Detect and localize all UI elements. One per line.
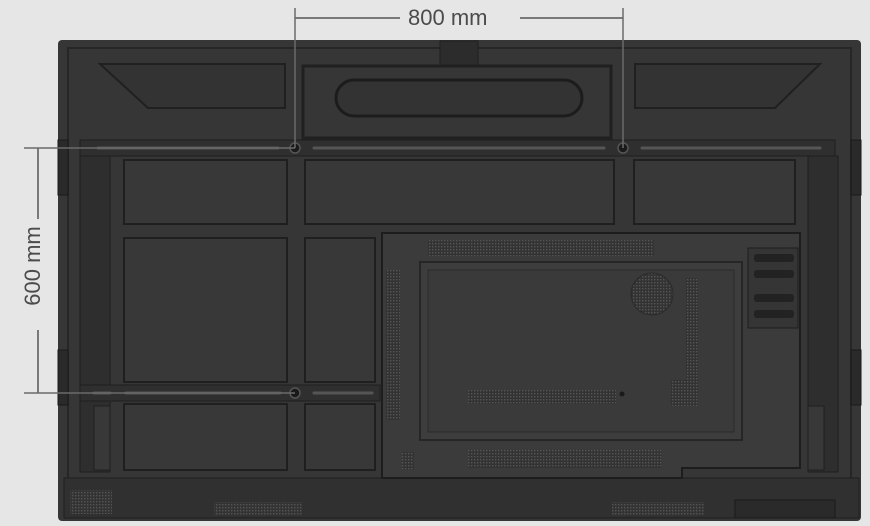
module-bottom-vent	[468, 390, 616, 404]
module-screw	[619, 391, 625, 397]
module-lower-vent	[468, 450, 662, 468]
grid-panel	[304, 237, 376, 383]
grid-panel	[633, 159, 796, 225]
grid-panel	[123, 237, 288, 383]
tv-back-diagram	[24, 8, 862, 521]
side-handle-right	[850, 139, 862, 196]
bottom-vent	[214, 502, 302, 516]
port-slot	[754, 254, 794, 262]
grid-panel	[304, 159, 615, 225]
module-top-vent	[428, 240, 654, 256]
port-slot	[754, 310, 794, 318]
top-camera-notch	[439, 40, 479, 68]
port-slot	[754, 270, 794, 278]
grid-panel	[304, 403, 376, 471]
bottom-vent	[612, 502, 704, 516]
top-handle-grip	[334, 78, 584, 118]
grid-panel	[807, 405, 825, 471]
bottom-connector	[734, 499, 836, 519]
height-dimension-label: 600 mm	[20, 219, 45, 313]
module-side-vent	[686, 278, 698, 388]
grid-panel	[93, 405, 111, 471]
module-side-vent	[670, 380, 698, 406]
side-handle-right	[850, 349, 862, 406]
grid-panel	[123, 159, 288, 225]
module-left-vent	[386, 270, 400, 420]
bottom-vent	[70, 490, 112, 514]
module-lower-vent	[402, 452, 414, 470]
grid-panel	[123, 403, 288, 471]
diagram-canvas: 800 mm 600 mm	[0, 0, 870, 521]
speaker-grille	[630, 272, 674, 316]
side-handle-left	[57, 349, 69, 406]
port-slot	[754, 294, 794, 302]
width-dimension-label: 800 mm	[404, 6, 492, 30]
